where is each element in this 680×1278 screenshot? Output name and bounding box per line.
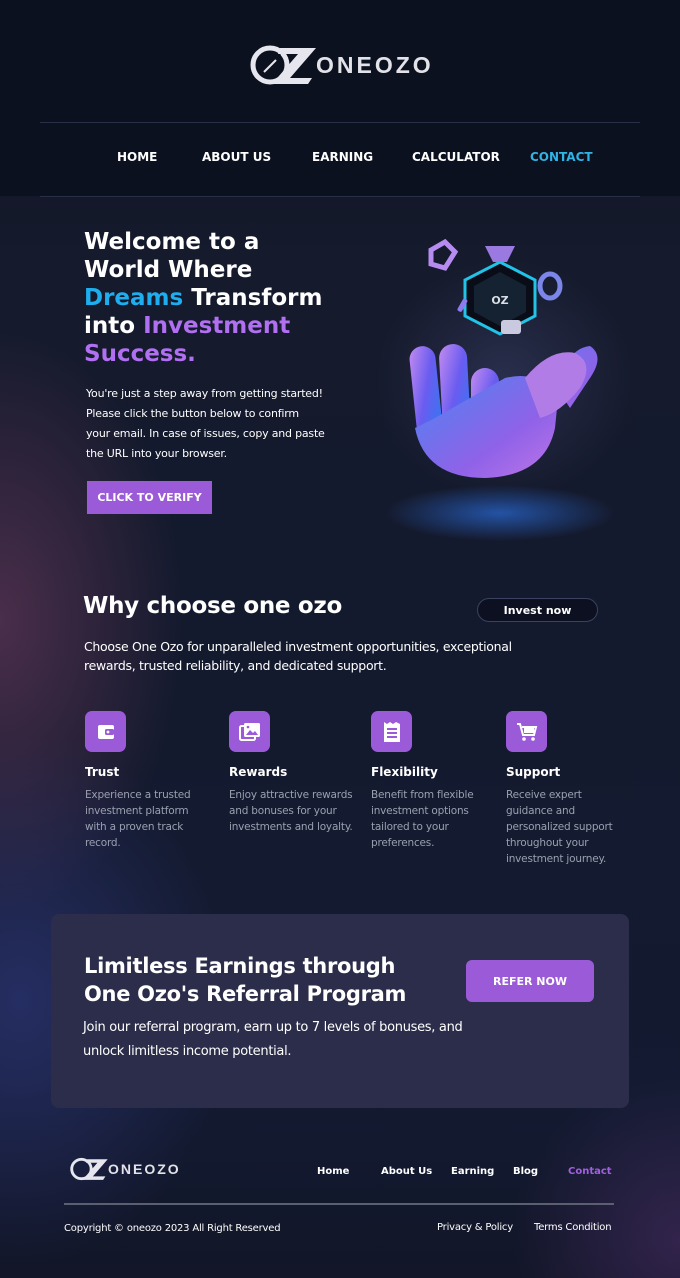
main-nav: HOME ABOUT US EARNING CALCULATOR CONTACT	[0, 150, 680, 168]
svg-text:OZ: OZ	[491, 294, 508, 307]
why-title: Why choose one ozo	[83, 593, 343, 619]
feature-description: Benefit from flexible investment options…	[371, 789, 474, 849]
crystal-hand-icon: OZ	[375, 238, 635, 541]
hero-description: You're just a step away from getting sta…	[86, 387, 325, 460]
hero-title-dreams: Dreams	[84, 285, 184, 311]
hero-title: Welcome to a World Where Dreams Transfor…	[84, 228, 344, 368]
feature-title: Rewards	[229, 765, 288, 779]
footer-link-earning[interactable]: Earning	[451, 1166, 494, 1177]
invest-now-button[interactable]: Invest now	[477, 598, 598, 622]
wallet-icon	[85, 711, 126, 752]
feature-title: Support	[506, 765, 561, 779]
feature-flexibility: Flexibility Benefit from flexible invest…	[371, 711, 496, 851]
hero-title-line-3: Dreams Transform	[84, 284, 344, 312]
footer-logo[interactable]: ONEOZO	[70, 1156, 181, 1182]
feature-title: Trust	[85, 765, 120, 779]
footer-link-about-us[interactable]: About Us	[381, 1166, 432, 1177]
header-divider-bottom	[40, 196, 640, 197]
oz-logo-mark-icon	[250, 45, 316, 85]
brand-logo[interactable]: ONEOZO	[250, 42, 434, 88]
hero-title-success: Success.	[84, 341, 196, 367]
footer-link-blog[interactable]: Blog	[513, 1166, 538, 1177]
nav-item-home[interactable]: HOME	[117, 150, 157, 164]
footer-brand-name: ONEOZO	[108, 1161, 181, 1177]
cart-icon	[506, 711, 547, 752]
feature-description: Enjoy attractive rewards and bonuses for…	[229, 789, 353, 833]
footer-link-contact[interactable]: Contact	[568, 1166, 612, 1177]
nav-item-earning[interactable]: EARNING	[312, 150, 373, 164]
hero-title-transform: Transform	[183, 285, 323, 311]
image-gallery-icon	[229, 711, 270, 752]
why-description: Choose One Ozo for unparalleled investme…	[84, 639, 512, 673]
header: ONEOZO HOME ABOUT US EARNING CALCULATOR …	[0, 0, 680, 197]
verify-button[interactable]: CLICK TO VERIFY	[87, 481, 212, 514]
refer-now-button[interactable]: REFER NOW	[466, 960, 594, 1002]
feature-description: Experience a trusted investment platform…	[85, 789, 191, 849]
footer-divider	[64, 1203, 614, 1205]
footer-link-home[interactable]: Home	[317, 1166, 349, 1177]
hero-title-line-4: into Investment	[84, 312, 344, 340]
referral-description: Join our referral program, earn up to 7 …	[83, 1020, 463, 1059]
email-page: ONEOZO HOME ABOUT US EARNING CALCULATOR …	[0, 0, 680, 1278]
feature-description: Receive expert guidance and personalized…	[506, 789, 613, 865]
nav-item-contact[interactable]: CONTACT	[530, 150, 593, 164]
copyright-text: Copyright © oneozo 2023 All Right Reserv…	[64, 1223, 281, 1234]
hero-title-investment: Investment	[143, 313, 291, 339]
feature-rewards: Rewards Enjoy attractive rewards and bon…	[229, 711, 354, 835]
header-divider-top	[40, 122, 640, 123]
feature-title: Flexibility	[371, 765, 438, 779]
oz-logo-mark-icon	[70, 1157, 108, 1181]
brand-name: ONEOZO	[316, 51, 434, 78]
hero-title-into: into	[84, 313, 144, 339]
feature-trust: Trust Experience a trusted investment pl…	[85, 711, 210, 851]
receipt-icon	[371, 711, 412, 752]
feature-support: Support Receive expert guidance and pers…	[506, 711, 631, 867]
hero-title-line-1: Welcome to a	[84, 229, 260, 255]
nav-item-calculator[interactable]: CALCULATOR	[412, 150, 500, 164]
nav-item-about-us[interactable]: ABOUT US	[202, 150, 271, 164]
referral-title: Limitless Earnings through One Ozo's Ref…	[84, 954, 407, 1006]
referral-card: Limitless Earnings through One Ozo's Ref…	[51, 914, 629, 1108]
hero-title-line-2: World Where	[84, 257, 253, 283]
terms-condition-link[interactable]: Terms Condition	[534, 1222, 612, 1233]
privacy-policy-link[interactable]: Privacy & Policy	[437, 1222, 513, 1233]
